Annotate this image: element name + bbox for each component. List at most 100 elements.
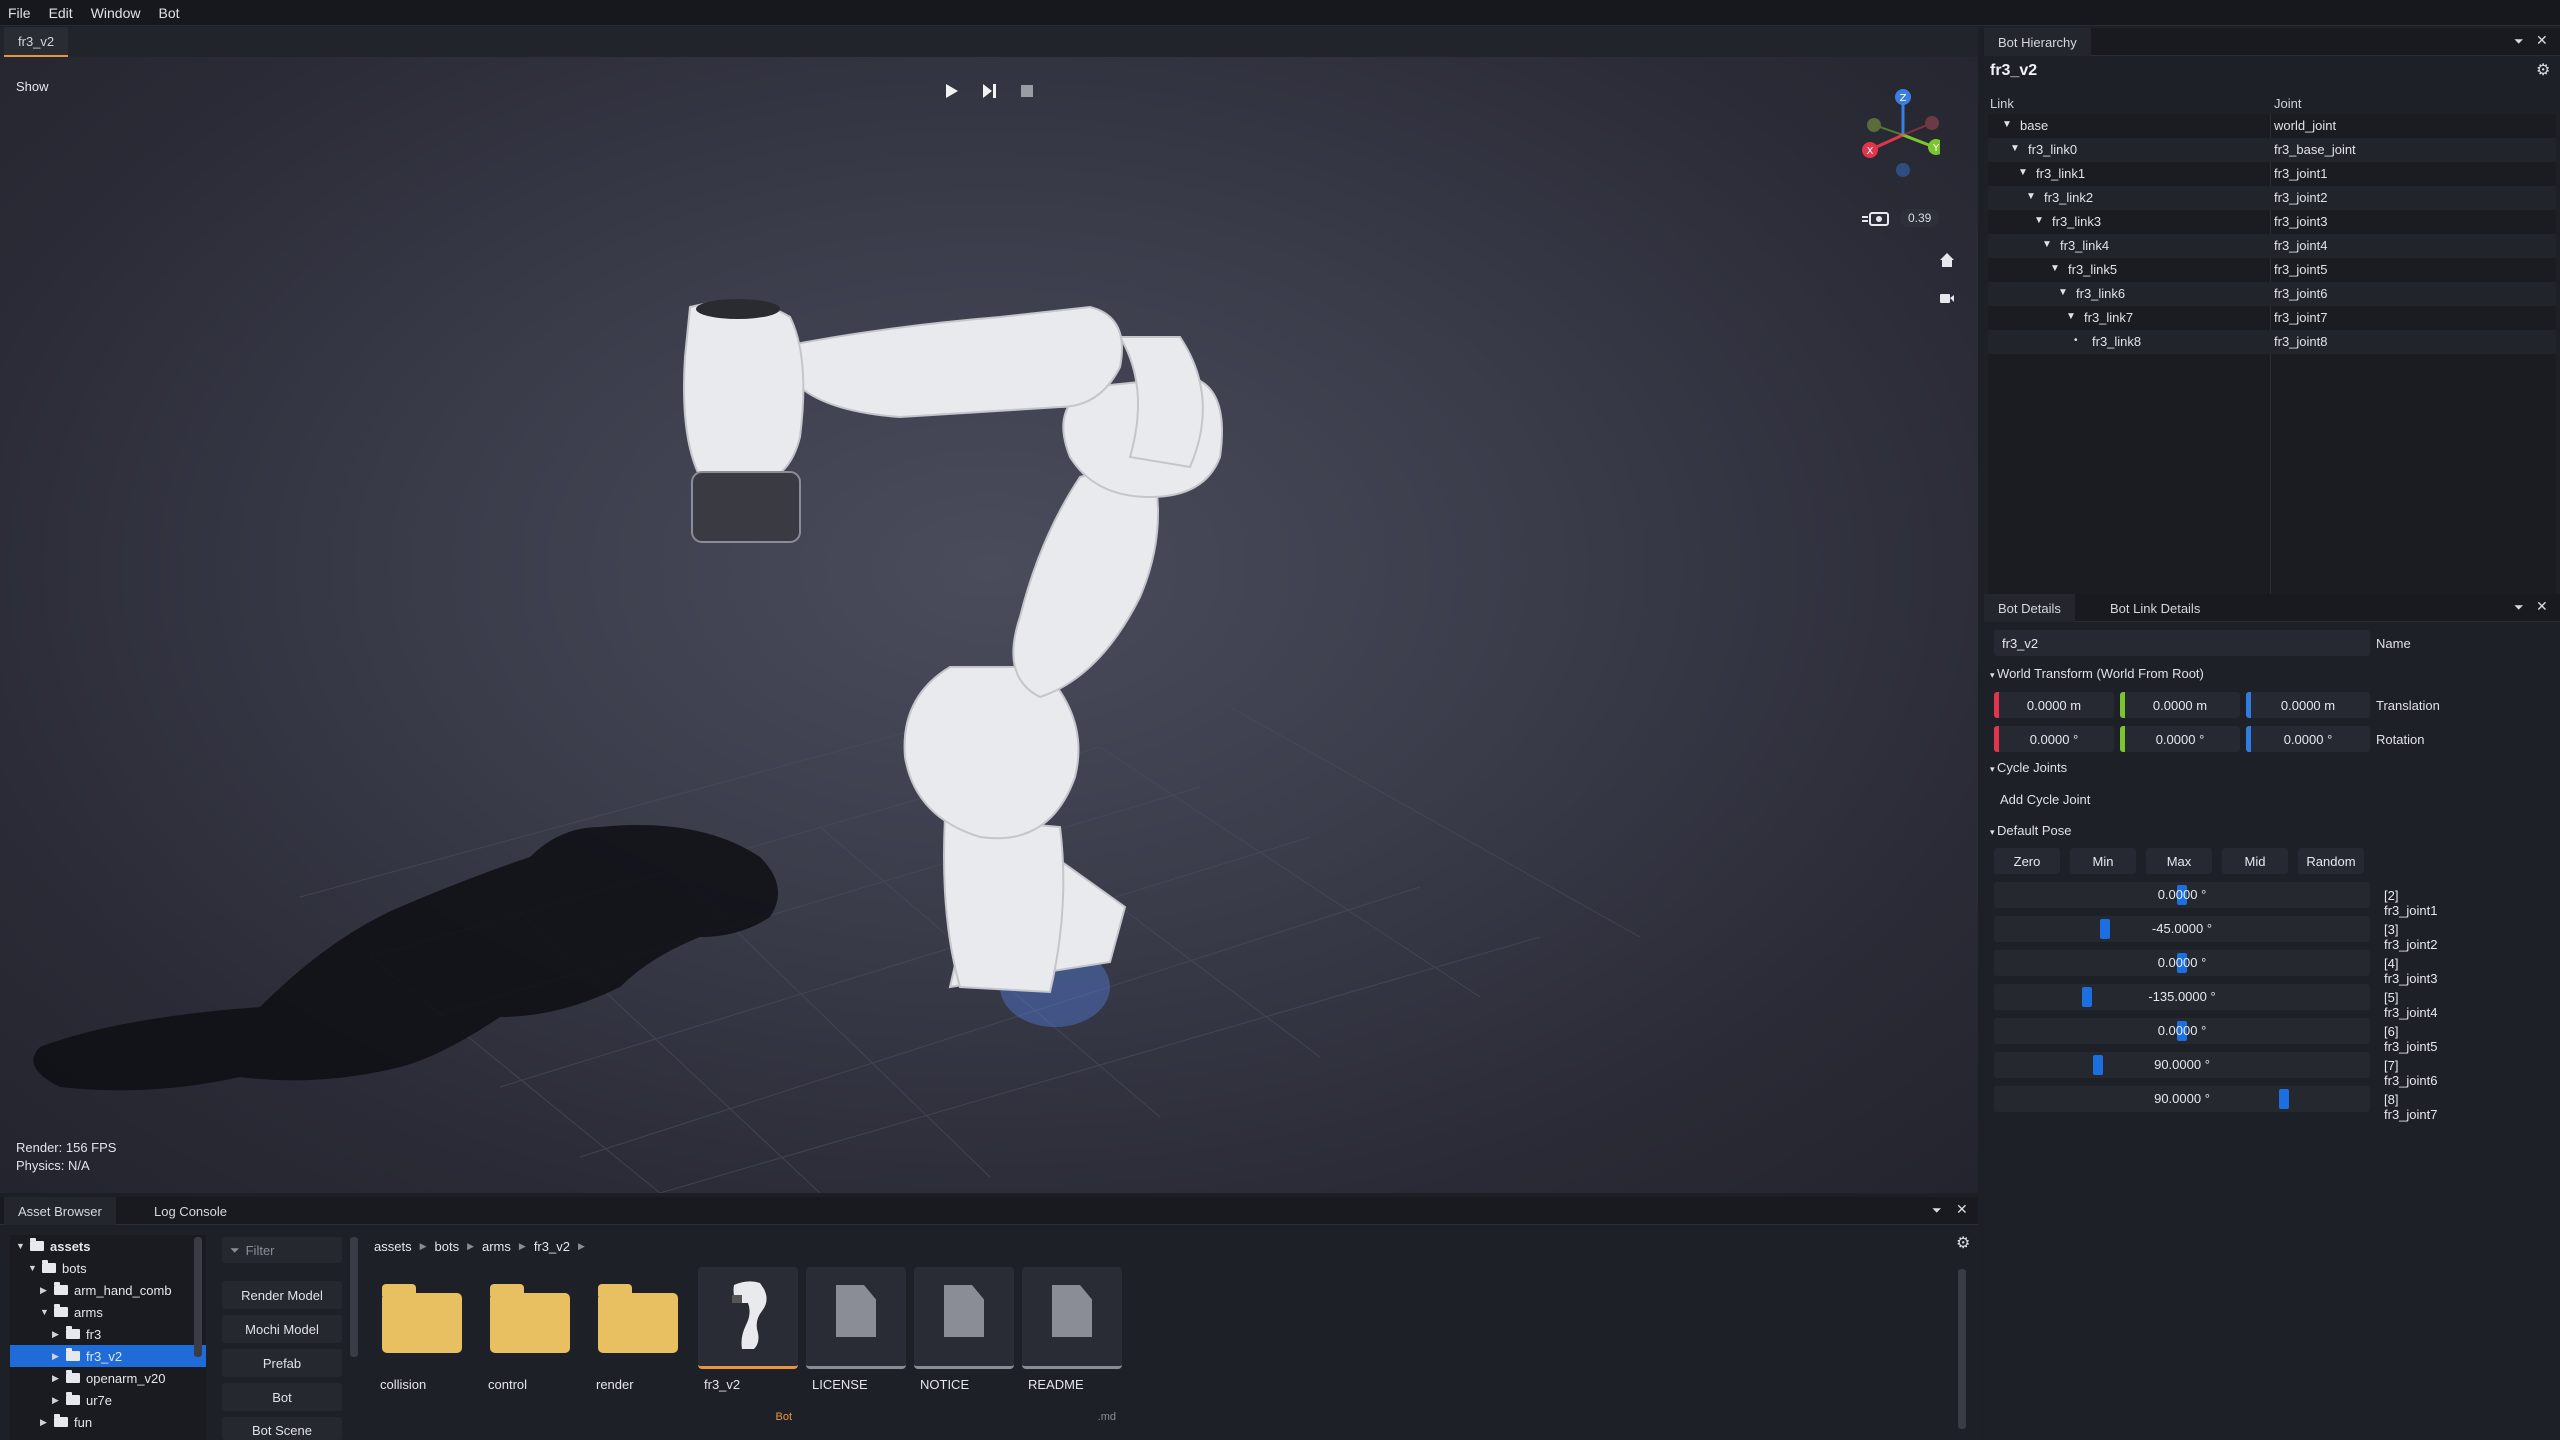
default-pose-header[interactable]: ▾ Default Pose: [1990, 823, 2071, 838]
asset-tile[interactable]: render: [590, 1267, 690, 1427]
panel-menu-icon[interactable]: ⏷: [2514, 34, 2524, 49]
joint-slider[interactable]: 90.0000 ° [8] fr3_joint7: [1994, 1086, 2437, 1122]
asset-tile[interactable]: NOTICE: [914, 1267, 1014, 1427]
hierarchy-row[interactable]: ▼ fr3_link6 fr3_joint6: [1988, 282, 2556, 306]
tab-bot-details[interactable]: Bot Details: [1984, 594, 2075, 622]
tree-item[interactable]: ▼ arms: [10, 1301, 206, 1323]
panel-menu-icon[interactable]: ⏷: [2514, 600, 2524, 615]
show-button[interactable]: Show: [16, 79, 49, 94]
menu-file[interactable]: File: [8, 5, 31, 21]
3d-viewport[interactable]: Show Z X Y 0.39 Render: 156 FPS Physics:…: [0, 57, 1978, 1193]
tab-bot-hierarchy[interactable]: Bot Hierarchy: [1984, 28, 2091, 56]
tab-fr3-v2[interactable]: fr3_v2: [4, 27, 69, 57]
chevron-down-icon[interactable]: ▼: [2042, 239, 2052, 250]
add-cycle-joint-button[interactable]: Add Cycle Joint: [2000, 792, 2090, 807]
tree-item[interactable]: ▶ fr3_v2: [10, 1345, 206, 1367]
joint-slider[interactable]: 90.0000 ° [7] fr3_joint6: [1994, 1052, 2437, 1088]
close-icon[interactable]: ✕: [2536, 32, 2548, 49]
type-filter-button[interactable]: Bot: [222, 1383, 342, 1411]
close-icon[interactable]: ✕: [2536, 598, 2548, 615]
filter-input[interactable]: ⏷ Filter: [222, 1237, 342, 1263]
chevron-down-icon[interactable]: ▼: [2058, 287, 2068, 298]
tree-item[interactable]: ▶ ur7e: [10, 1389, 206, 1411]
tree-item[interactable]: ▶ arm_hand_comb: [10, 1279, 206, 1301]
bot-name-field[interactable]: fr3_v2: [1994, 630, 2370, 656]
chevron-down-icon[interactable]: ▼: [2050, 263, 2060, 274]
chevron-down-icon[interactable]: ▼: [2018, 167, 2028, 178]
orientation-gizmo[interactable]: Z X Y: [1860, 85, 1940, 185]
joint-slider[interactable]: 0.0000 ° [6] fr3_joint5: [1994, 1018, 2437, 1054]
tree-scrollbar[interactable]: [194, 1237, 202, 1357]
chevron-right-icon[interactable]: ▶: [40, 1417, 54, 1428]
hierarchy-row[interactable]: ▼ fr3_link3 fr3_joint3: [1988, 210, 2556, 234]
rotation-x[interactable]: 0.0000 °: [1994, 726, 2114, 752]
tree-item[interactable]: ▶ openarm_v20: [10, 1367, 206, 1389]
type-filter-button[interactable]: Mochi Model: [222, 1315, 342, 1343]
asset-tile[interactable]: .md README: [1022, 1267, 1122, 1427]
tab-bot-link-details[interactable]: Bot Link Details: [2096, 594, 2214, 622]
chevron-right-icon[interactable]: ▶: [52, 1395, 66, 1406]
chevron-down-icon[interactable]: ▼: [28, 1263, 42, 1273]
cycle-joints-header[interactable]: ▾ Cycle Joints: [1990, 760, 2067, 775]
pose-min-button[interactable]: Min: [2070, 848, 2136, 874]
chevron-right-icon[interactable]: ▶: [52, 1351, 66, 1362]
record-button[interactable]: [1934, 285, 1960, 311]
hierarchy-row[interactable]: ▼ fr3_link1 fr3_joint1: [1988, 162, 2556, 186]
hierarchy-row[interactable]: ▼ fr3_link5 fr3_joint5: [1988, 258, 2556, 282]
chevron-down-icon[interactable]: ▼: [16, 1241, 30, 1251]
joint-slider[interactable]: 0.0000 ° [2] fr3_joint1: [1994, 882, 2437, 918]
type-filter-button[interactable]: Render Model: [222, 1281, 342, 1309]
chevron-down-icon[interactable]: ▼: [2034, 215, 2044, 226]
stop-button[interactable]: [1014, 78, 1040, 104]
pose-zero-button[interactable]: Zero: [1994, 848, 2060, 874]
type-filter-button[interactable]: Bot Scene: [222, 1417, 342, 1440]
gear-icon[interactable]: ⚙: [1956, 1233, 1970, 1253]
tree-item[interactable]: ▶ fr3: [10, 1323, 206, 1345]
chevron-down-icon[interactable]: ▼: [2066, 311, 2076, 322]
asset-tile[interactable]: Bot fr3_v2: [698, 1267, 798, 1427]
pose-max-button[interactable]: Max: [2146, 848, 2212, 874]
hierarchy-row[interactable]: ▼ fr3_link7 fr3_joint7: [1988, 306, 2556, 330]
hierarchy-row[interactable]: ▼ base world_joint: [1988, 114, 2556, 138]
world-transform-header[interactable]: ▾ World Transform (World From Root): [1990, 666, 2204, 681]
chevron-down-icon[interactable]: ▼: [2002, 119, 2012, 130]
tree-item[interactable]: ▼ bots: [10, 1257, 206, 1279]
close-icon[interactable]: ✕: [1956, 1201, 1968, 1218]
asset-tile[interactable]: control: [482, 1267, 582, 1427]
hierarchy-row[interactable]: ▼ fr3_link2 fr3_joint2: [1988, 186, 2556, 210]
translation-x[interactable]: 0.0000 m: [1994, 692, 2114, 718]
asset-tile[interactable]: collision: [374, 1267, 474, 1427]
tab-asset-browser[interactable]: Asset Browser: [4, 1197, 116, 1225]
joint-slider[interactable]: 0.0000 ° [4] fr3_joint3: [1994, 950, 2437, 986]
tree-item[interactable]: ▶ fun: [10, 1411, 206, 1433]
home-view-button[interactable]: [1934, 247, 1960, 273]
menu-edit[interactable]: Edit: [49, 5, 73, 21]
chevron-right-icon[interactable]: ▶: [40, 1285, 54, 1296]
menu-bot[interactable]: Bot: [158, 5, 179, 21]
hierarchy-row[interactable]: ▼ fr3_link0 fr3_base_joint: [1988, 138, 2556, 162]
chevron-right-icon[interactable]: ▶: [52, 1329, 66, 1340]
chevron-down-icon[interactable]: ▼: [40, 1307, 54, 1317]
menu-window[interactable]: Window: [91, 5, 141, 21]
dot-icon[interactable]: •: [2074, 335, 2078, 346]
hierarchy-row[interactable]: • fr3_link8 fr3_joint8: [1988, 330, 2556, 354]
chevron-down-icon[interactable]: ▼: [2010, 143, 2020, 154]
translation-z[interactable]: 0.0000 m: [2246, 692, 2370, 718]
gear-icon[interactable]: ⚙: [2536, 60, 2550, 80]
pose-mid-button[interactable]: Mid: [2222, 848, 2288, 874]
step-button[interactable]: [976, 78, 1002, 104]
play-button[interactable]: [939, 78, 965, 104]
joint-slider[interactable]: -135.0000 ° [5] fr3_joint4: [1994, 984, 2437, 1020]
tab-log-console[interactable]: Log Console: [140, 1197, 241, 1225]
filter-scrollbar[interactable]: [350, 1237, 358, 1357]
tree-item[interactable]: ▼ assets: [10, 1235, 206, 1257]
type-filter-button[interactable]: Prefab: [222, 1349, 342, 1377]
translation-y[interactable]: 0.0000 m: [2120, 692, 2240, 718]
assets-scrollbar[interactable]: [1958, 1269, 1966, 1429]
joint-slider[interactable]: -45.0000 ° [3] fr3_joint2: [1994, 916, 2437, 952]
hierarchy-row[interactable]: ▼ fr3_link4 fr3_joint4: [1988, 234, 2556, 258]
chevron-down-icon[interactable]: ▼: [2026, 191, 2036, 202]
rotation-y[interactable]: 0.0000 °: [2120, 726, 2240, 752]
rotation-z[interactable]: 0.0000 °: [2246, 726, 2370, 752]
chevron-right-icon[interactable]: ▶: [52, 1373, 66, 1384]
